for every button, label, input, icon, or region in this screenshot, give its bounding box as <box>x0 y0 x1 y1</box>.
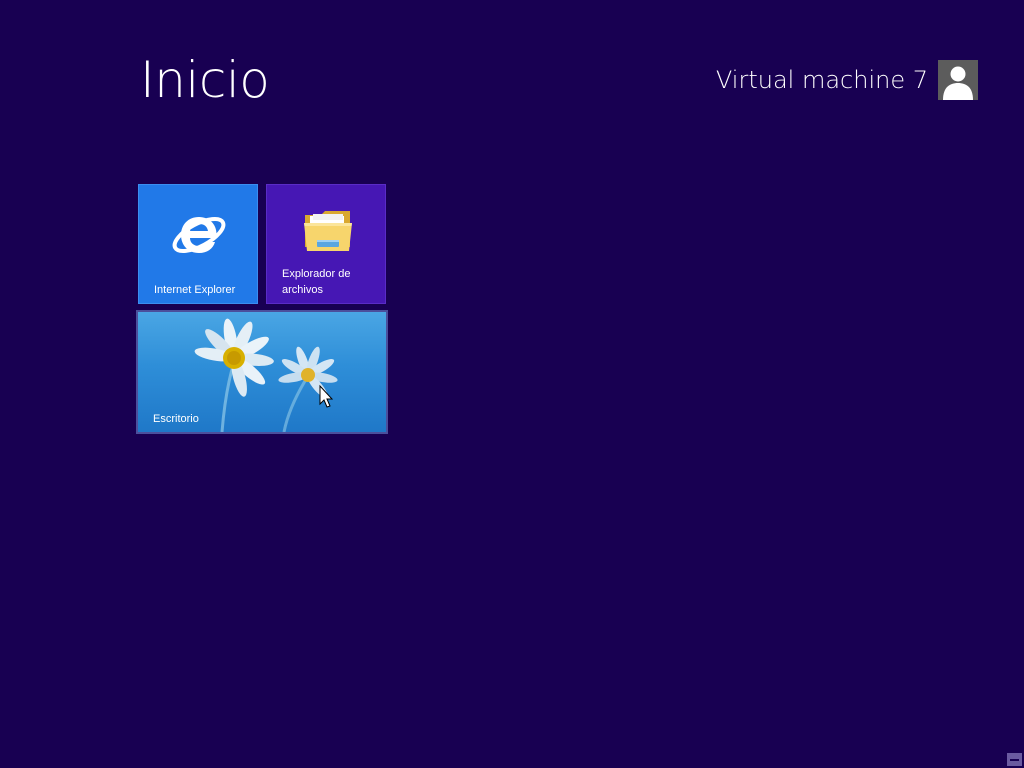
avatar <box>938 60 978 100</box>
tile-label: Explorador de archivos <box>282 268 351 296</box>
page-title: Inicio <box>140 51 270 109</box>
tile-file-explorer[interactable]: Explorador de archivos <box>266 184 386 304</box>
tile-desktop[interactable]: Escritorio <box>136 310 388 434</box>
internet-explorer-icon <box>172 217 226 253</box>
semantic-zoom-button[interactable] <box>1007 753 1022 766</box>
user-account-button[interactable]: Virtual machine 7 <box>716 60 978 100</box>
mouse-pointer-icon <box>319 384 334 408</box>
minus-icon <box>1010 758 1019 761</box>
tile-label: Internet Explorer <box>154 284 236 296</box>
user-name: Virtual machine 7 <box>715 66 928 94</box>
folder-icon <box>304 211 352 251</box>
tile-internet-explorer[interactable]: Internet Explorer <box>138 184 258 304</box>
tile-label: Escritorio <box>153 413 199 425</box>
user-silhouette-icon <box>943 66 973 100</box>
